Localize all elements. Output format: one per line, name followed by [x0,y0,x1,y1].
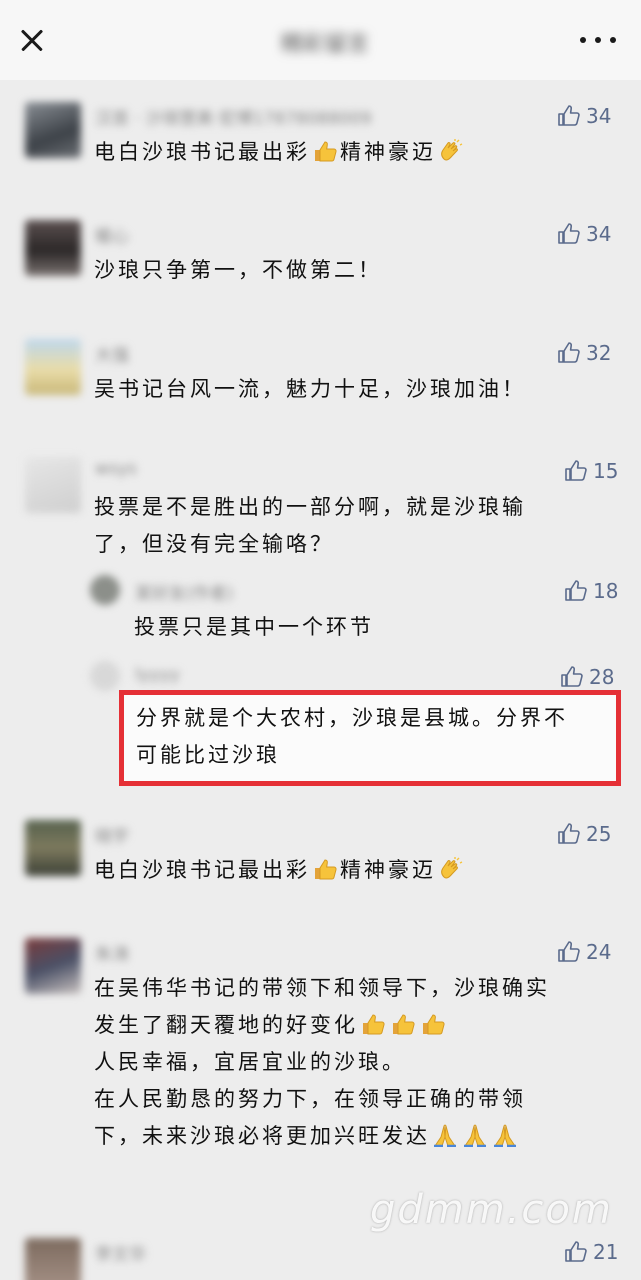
like-count: 28 [589,665,615,689]
avatar[interactable] [25,938,81,994]
clapping-hands-emoji [441,857,463,879]
like-button[interactable]: 24 [557,940,611,964]
thumbs-up-icon [558,823,580,844]
comment-text-line: 了，但没有完全输咯？ [94,532,334,556]
comment-text-part: 电白沙琅书记最出彩 [94,140,310,164]
like-button[interactable]: 21 [564,1240,618,1264]
folded-hands-emoji [464,1124,486,1147]
comment-text: 电白沙琅书记最出彩 精神豪迈 [94,852,466,889]
like-count: 21 [593,1240,619,1264]
top-bar: 精彩留言 [0,0,641,80]
reply-text-line: 可能比过沙琅 [136,743,280,767]
thumbs-up-icon [561,666,583,687]
clapping-hands-emoji [441,139,463,161]
reply-avatar[interactable] [90,575,120,605]
comment-text-part: 电白沙琅书记最出彩 [94,858,310,882]
comment-text: 吴书记台风一流，魅力十足，沙琅加油！ [94,377,526,401]
like-button[interactable]: 34 [557,104,611,128]
like-count: 18 [593,579,619,603]
thumbs-up-icon [565,460,587,481]
watermark: gdmm.com [370,1187,613,1233]
comment-text-line: 人民幸福，宜居宜业的沙琅。 [94,1050,406,1074]
like-button[interactable]: 34 [557,222,611,246]
thumbs-up-emoji [363,1014,385,1035]
highlighted-reply-box: 分界就是个大农村，沙琅是县城。分界不 可能比过沙琅 [119,690,621,786]
folded-hands-emoji [434,1124,456,1147]
folded-hands-emoji [494,1124,516,1147]
thumbs-up-emoji [315,141,337,162]
thumbs-up-icon [558,223,580,244]
thumbs-up-emoji [315,859,337,880]
reply-avatar[interactable] [90,661,120,691]
comment-text-line: 下，未来沙琅必将更加兴旺发达 [94,1118,520,1155]
like-count: 32 [586,341,612,365]
avatar[interactable] [25,457,81,513]
more-dots-icon[interactable] [576,22,620,58]
avatar[interactable] [25,820,81,876]
comment-text-line: 发生了翻天覆地的好变化 [94,1007,448,1044]
like-count: 34 [586,222,612,246]
comment-list[interactable]: 汉首 · 沙琅慧美·宏博17878088009 34 电白沙琅书记最出彩 精神豪迈… [0,80,641,1280]
comment-text-line: 在吴伟华书记的带领下和领导下，沙琅确实 [94,976,550,1000]
comment-text-part: 精神豪迈 [340,140,436,164]
reply-name[interactable]: lyyyy [135,665,180,685]
comment-text-part: 发生了翻天覆地的好变化 [94,1013,358,1037]
comment-text-line: 在人民勤恳的努力下，在领导正确的带领 [94,1087,526,1111]
commenter-name[interactable]: 汉首 · 沙琅慧美·宏博17878088009 [95,104,372,129]
like-count: 34 [586,104,612,128]
thumbs-up-emoji [423,1014,445,1035]
thumbs-up-icon [558,342,580,363]
reply-text-line: 分界就是个大农村，沙琅是县城。分界不 [136,706,568,730]
commenter-name[interactable]: 李文华 [95,1240,146,1265]
thumbs-up-icon [558,105,580,126]
comment-text-part: 精神豪迈 [340,858,436,882]
like-count: 25 [586,822,612,846]
close-icon[interactable] [14,22,50,58]
reply-name[interactable]: 某好友(作者) [135,579,233,604]
like-button[interactable]: 15 [564,459,618,483]
reply-like-button[interactable]: 28 [560,665,614,689]
commenter-name[interactable]: wsys [95,459,137,479]
avatar[interactable] [25,220,81,276]
avatar[interactable] [25,102,81,158]
avatar[interactable] [25,1238,81,1280]
comment-text-part: 下，未来沙琅必将更加兴旺发达 [94,1124,430,1148]
avatar[interactable] [25,339,81,395]
thumbs-up-icon [565,580,587,601]
commenter-name[interactable]: 大强 [95,341,129,366]
comment-text-line: 投票是不是胜出的一部分啊，就是沙琅输 [94,495,526,519]
like-count: 24 [586,940,612,964]
reply-like-button[interactable]: 18 [564,579,618,603]
like-button[interactable]: 32 [557,341,611,365]
thumbs-up-icon [558,941,580,962]
comment-text: 电白沙琅书记最出彩 精神豪迈 [94,134,466,171]
thumbs-up-emoji [393,1014,415,1035]
comment-text: 沙琅只争第一，不做第二！ [94,258,382,282]
commenter-name[interactable]: 暖心 [95,222,129,247]
like-button[interactable]: 25 [557,822,611,846]
page-title: 精彩留言 [280,32,369,57]
reply-text: 投票只是其中一个环节 [134,615,374,639]
commenter-name[interactable]: 朱涛 [95,940,129,965]
like-count: 15 [593,459,619,483]
commenter-name[interactable]: 晓宇 [95,822,129,847]
thumbs-up-icon [565,1241,587,1262]
